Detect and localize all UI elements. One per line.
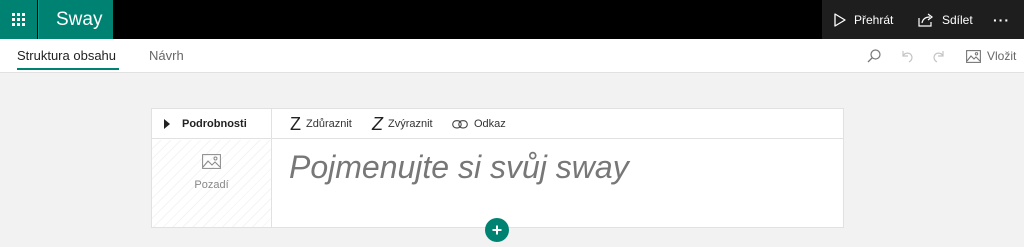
- format-toolbar: Z Zdůraznit Z Zvýraznit Odkaz: [272, 109, 843, 139]
- plus-icon: [492, 225, 502, 235]
- top-bar: Sway Přehrát Sdílet ···: [0, 0, 1024, 39]
- highlight-button[interactable]: Z Zvýraznit: [372, 109, 433, 139]
- card-content: Z Zdůraznit Z Zvýraznit Odkaz: [272, 109, 843, 227]
- waffle-icon: [12, 13, 25, 26]
- search-icon[interactable]: [866, 48, 882, 64]
- link-label: Odkaz: [474, 118, 506, 130]
- add-content-button[interactable]: [485, 218, 509, 242]
- undo-icon[interactable]: [899, 48, 915, 64]
- app-launcher-button[interactable]: [0, 0, 37, 39]
- insert-button[interactable]: Vložit: [966, 39, 1016, 73]
- play-label: Přehrát: [854, 12, 894, 27]
- title-input[interactable]: [289, 147, 829, 187]
- app-name[interactable]: Sway: [38, 0, 113, 39]
- details-toggle[interactable]: Podrobnosti: [152, 109, 271, 139]
- image-icon: [966, 49, 981, 63]
- share-icon: [918, 13, 933, 27]
- scrollbar[interactable]: [1019, 73, 1024, 247]
- expand-arrow-icon: [164, 118, 170, 129]
- image-icon: [202, 154, 221, 169]
- share-button[interactable]: Sdílet: [918, 0, 973, 39]
- title-card: Podrobnosti Pozadí Z Zdůraznit Z Zvýrazn…: [151, 108, 844, 228]
- emphasize-label: Zdůraznit: [306, 118, 352, 130]
- card-side-panel: Podrobnosti Pozadí: [152, 109, 272, 227]
- highlight-icon: Z: [372, 113, 383, 134]
- emphasize-icon: Z: [290, 113, 301, 134]
- details-label: Podrobnosti: [182, 117, 247, 130]
- insert-label: Vložit: [987, 49, 1017, 63]
- highlight-label: Zvýraznit: [388, 118, 433, 130]
- tab-design[interactable]: Návrh: [149, 39, 184, 73]
- background-label: Pozadí: [194, 179, 229, 191]
- link-icon: [452, 119, 468, 128]
- link-button[interactable]: Odkaz: [452, 109, 506, 139]
- more-options-button[interactable]: ···: [993, 0, 1010, 39]
- top-actions: Přehrát Sdílet ···: [822, 0, 1024, 39]
- tab-storyline[interactable]: Struktura obsahu: [17, 39, 120, 73]
- background-picker[interactable]: Pozadí: [152, 140, 271, 227]
- redo-icon[interactable]: [931, 48, 947, 64]
- play-icon: [834, 12, 846, 27]
- view-tabs-bar: Struktura obsahu Návrh Vložit: [0, 39, 1024, 73]
- share-label: Sdílet: [942, 12, 973, 27]
- play-button[interactable]: Přehrát: [834, 0, 893, 39]
- emphasize-button[interactable]: Z Zdůraznit: [290, 109, 352, 139]
